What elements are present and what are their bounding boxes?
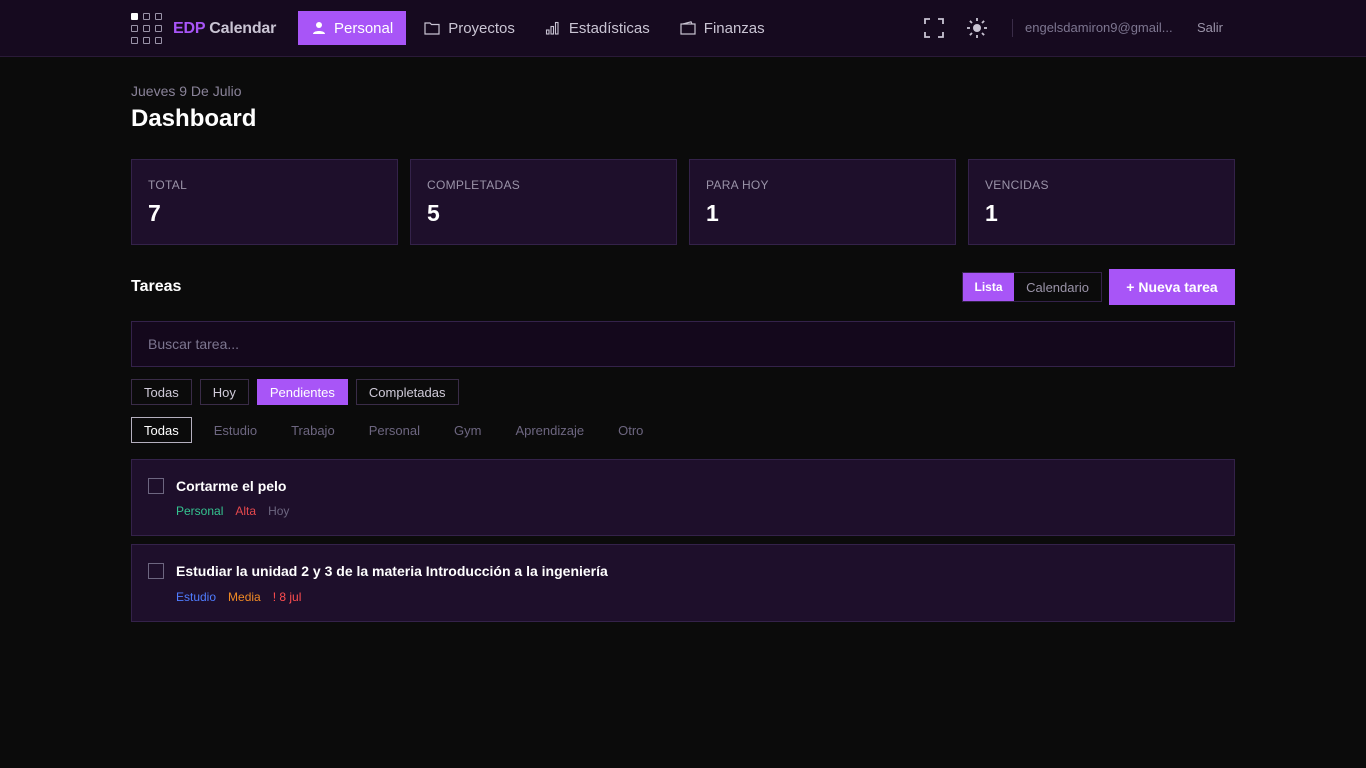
current-date: Jueves 9 De Julio bbox=[131, 83, 242, 99]
search-input[interactable] bbox=[131, 321, 1235, 367]
nav-label: Finanzas bbox=[703, 19, 765, 37]
logout-button[interactable]: Salir bbox=[1197, 20, 1223, 35]
category-filters: Todas Estudio Trabajo Personal Gym Apren… bbox=[131, 417, 665, 443]
folder-icon bbox=[424, 22, 440, 35]
stat-label: TOTAL bbox=[148, 178, 188, 192]
nav-estadisticas[interactable]: Estadísticas bbox=[533, 11, 662, 45]
stat-card-completadas: COMPLETADAS 5 bbox=[410, 159, 677, 245]
filter-hoy[interactable]: Hoy bbox=[199, 379, 249, 405]
stat-value: 5 bbox=[427, 200, 440, 226]
task-tags: Estudio Media ! 8 jul bbox=[176, 590, 313, 604]
stat-value: 1 bbox=[985, 200, 998, 226]
task-checkbox[interactable] bbox=[148, 478, 164, 494]
nav-label: Proyectos bbox=[448, 19, 515, 37]
nav-label: Personal bbox=[334, 19, 394, 37]
filter-completadas[interactable]: Completadas bbox=[355, 379, 459, 405]
new-task-button[interactable]: + Nueva tarea bbox=[1109, 269, 1235, 305]
view-list-button[interactable]: Lista bbox=[963, 273, 1014, 301]
nav-personal[interactable]: Personal bbox=[298, 11, 407, 45]
bar-chart-icon bbox=[545, 21, 559, 35]
task-priority: Alta bbox=[235, 504, 257, 518]
wallet-icon bbox=[680, 21, 696, 35]
stat-value: 7 bbox=[148, 200, 161, 226]
task-due: ! 8 jul bbox=[272, 590, 302, 604]
user-icon bbox=[313, 22, 325, 34]
user-email: engelsdamiron9@gmail... bbox=[1025, 20, 1173, 35]
task-due: Hoy bbox=[268, 504, 290, 518]
nav-divider bbox=[1012, 19, 1013, 37]
category-aprendizaje[interactable]: Aprendizaje bbox=[503, 417, 596, 443]
task-checkbox[interactable] bbox=[148, 563, 164, 579]
task-category: Personal bbox=[176, 504, 224, 518]
stat-card-total: TOTAL 7 bbox=[131, 159, 398, 245]
task-card[interactable]: Cortarme el pelo Personal Alta Hoy bbox=[131, 459, 1235, 536]
top-navbar: EDP Calendar Personal Proyectos Estadíst… bbox=[0, 0, 1366, 57]
category-todas[interactable]: Todas bbox=[131, 417, 192, 443]
category-personal[interactable]: Personal bbox=[357, 417, 432, 443]
nav-proyectos[interactable]: Proyectos bbox=[412, 11, 527, 45]
category-gym[interactable]: Gym bbox=[442, 417, 493, 443]
view-calendar-button[interactable]: Calendario bbox=[1014, 273, 1101, 301]
nav-finanzas[interactable]: Finanzas bbox=[668, 11, 777, 45]
category-trabajo[interactable]: Trabajo bbox=[279, 417, 347, 443]
task-card[interactable]: Estudiar la unidad 2 y 3 de la materia I… bbox=[131, 544, 1235, 622]
page-title: Dashboard bbox=[131, 105, 257, 132]
task-title: Estudiar la unidad 2 y 3 de la materia I… bbox=[176, 563, 608, 579]
stat-label: COMPLETADAS bbox=[427, 178, 521, 192]
category-estudio[interactable]: Estudio bbox=[202, 417, 269, 443]
task-tags: Personal Alta Hoy bbox=[176, 504, 301, 518]
grid-logo-icon bbox=[131, 13, 162, 44]
filter-pendientes[interactable]: Pendientes bbox=[256, 379, 348, 405]
view-toggle: Lista Calendario bbox=[962, 272, 1102, 302]
nav-label: Estadísticas bbox=[568, 19, 650, 37]
category-otro[interactable]: Otro bbox=[606, 417, 655, 443]
app-title: EDP Calendar bbox=[173, 19, 277, 37]
stat-label: VENCIDAS bbox=[985, 178, 1049, 192]
stat-card-vencidas: VENCIDAS 1 bbox=[968, 159, 1235, 245]
stat-value: 1 bbox=[706, 200, 719, 226]
app-logo[interactable]: EDP Calendar bbox=[131, 13, 276, 44]
stat-card-para-hoy: PARA HOY 1 bbox=[689, 159, 956, 245]
task-title: Cortarme el pelo bbox=[176, 478, 287, 494]
status-filters: Todas Hoy Pendientes Completadas bbox=[131, 379, 467, 405]
fullscreen-icon[interactable] bbox=[923, 17, 945, 39]
task-category: Estudio bbox=[176, 590, 217, 604]
stat-label: PARA HOY bbox=[706, 178, 769, 192]
filter-todas[interactable]: Todas bbox=[131, 379, 192, 405]
tasks-section-title: Tareas bbox=[131, 278, 182, 295]
sun-icon[interactable] bbox=[966, 17, 988, 39]
task-priority: Media bbox=[228, 590, 261, 604]
main-nav: Personal Proyectos Estadísticas Finanzas bbox=[298, 11, 783, 45]
